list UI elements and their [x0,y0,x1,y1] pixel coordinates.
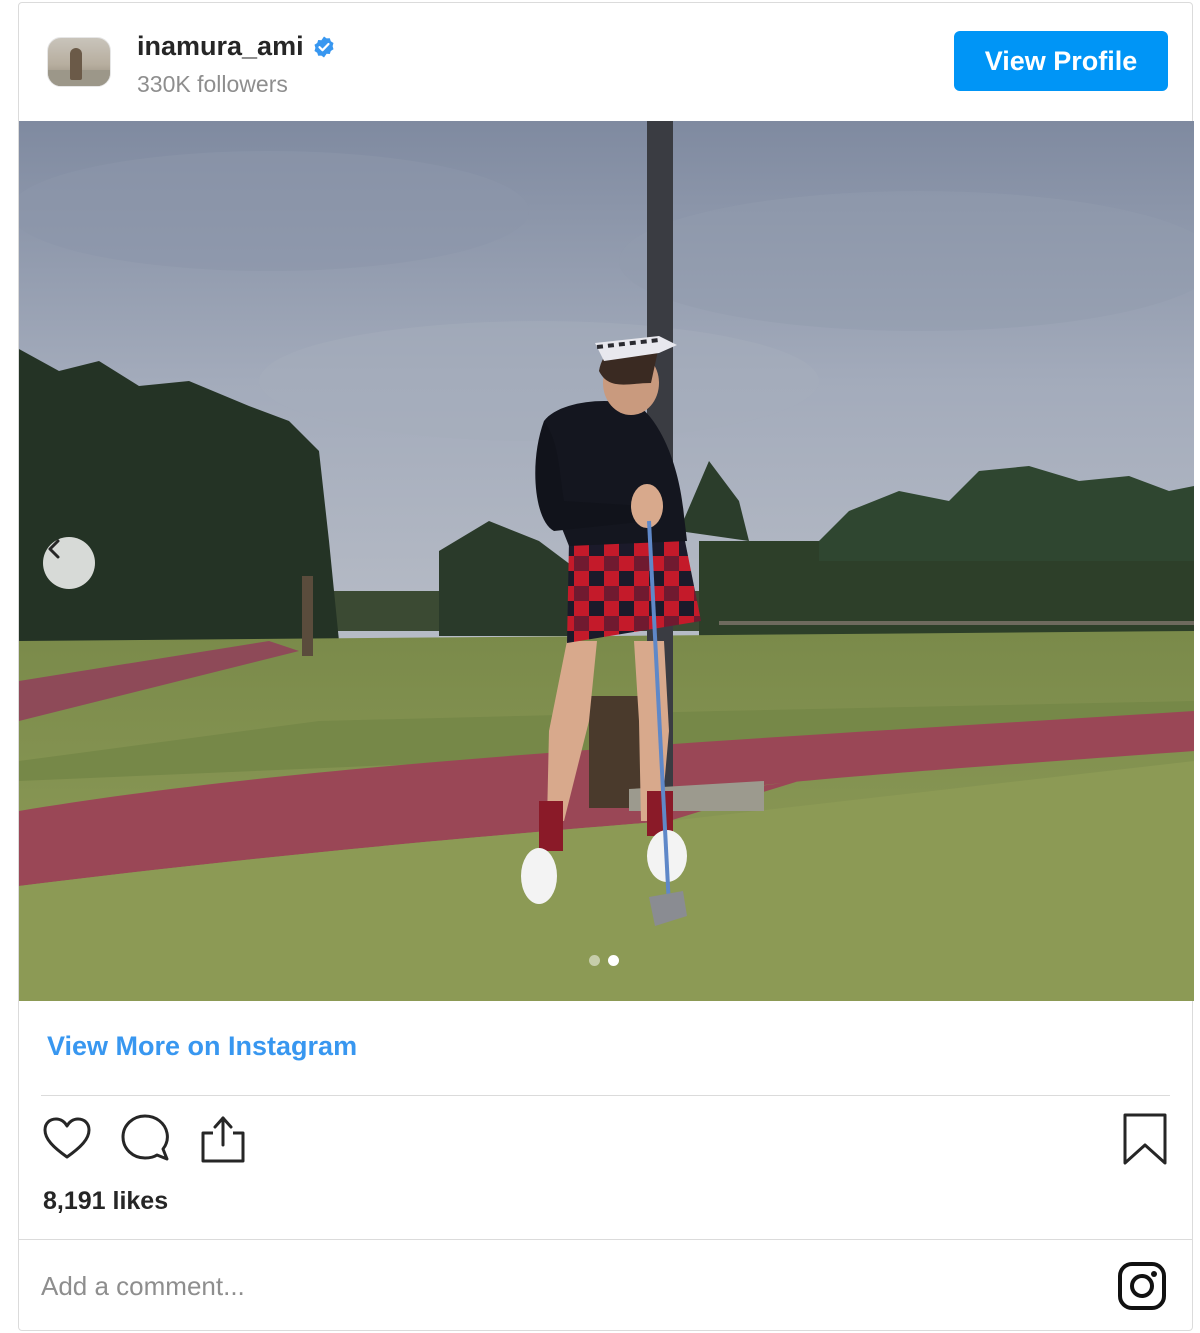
post-header: inamura_ami 330K followers View Profile [19,3,1192,121]
instagram-icon[interactable] [1116,1260,1168,1312]
follower-count: 330K followers [137,71,288,97]
carousel-dot [589,955,600,966]
avatar[interactable] [47,37,111,87]
comment-input[interactable] [41,1261,941,1311]
bookmark-icon[interactable] [1117,1111,1173,1167]
view-more-on-instagram-link[interactable]: View More on Instagram [47,1031,357,1062]
view-profile-button[interactable]: View Profile [954,31,1168,91]
carousel-dot-active [608,955,619,966]
comment-icon[interactable] [117,1111,173,1167]
instagram-embed-card: inamura_ami 330K followers View Profile [18,2,1194,1331]
action-bar [19,1111,1192,1173]
previous-photo-button[interactable] [43,537,95,589]
heart-icon[interactable] [39,1111,95,1167]
divider [41,1095,1170,1096]
carousel-indicator [589,955,619,966]
divider [19,1239,1192,1240]
username[interactable]: inamura_ami [137,31,304,62]
share-icon[interactable] [195,1111,251,1167]
verified-badge-icon [314,36,334,57]
username-row[interactable]: inamura_ami [137,31,336,62]
golf-course-photo [19,121,1194,1001]
chevron-left-icon [48,539,60,559]
post-photo[interactable] [19,121,1194,1001]
like-count: 8,191 likes [43,1187,169,1215]
